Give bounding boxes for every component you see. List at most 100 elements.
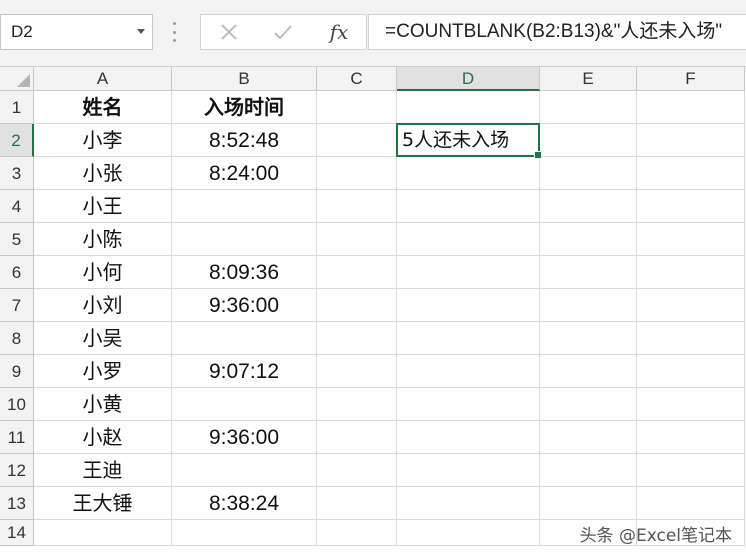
cell-d6[interactable] bbox=[397, 256, 540, 289]
row-header-6[interactable]: 6 bbox=[0, 256, 34, 289]
cell-f2[interactable] bbox=[637, 124, 745, 157]
cell-e12[interactable] bbox=[540, 454, 637, 487]
cell-b14[interactable] bbox=[172, 520, 317, 546]
drag-handle-icon[interactable] bbox=[172, 22, 176, 42]
cell-f5[interactable] bbox=[637, 223, 745, 256]
cell-b11[interactable]: 9:36:00 bbox=[172, 421, 317, 454]
row-header-3[interactable]: 3 bbox=[0, 157, 34, 190]
cell-c12[interactable] bbox=[317, 454, 397, 487]
cell-f9[interactable] bbox=[637, 355, 745, 388]
cell-e9[interactable] bbox=[540, 355, 637, 388]
cell-e5[interactable] bbox=[540, 223, 637, 256]
cell-a1[interactable]: 姓名 bbox=[34, 91, 172, 124]
cell-a4[interactable]: 小王 bbox=[34, 190, 172, 223]
cell-d4[interactable] bbox=[397, 190, 540, 223]
close-icon[interactable] bbox=[209, 15, 249, 49]
chevron-down-icon[interactable] bbox=[137, 29, 145, 34]
cell-c6[interactable] bbox=[317, 256, 397, 289]
name-box[interactable]: D2 bbox=[0, 14, 153, 50]
row-header-11[interactable]: 11 bbox=[0, 421, 34, 454]
row-header-7[interactable]: 7 bbox=[0, 289, 34, 322]
row-header-1[interactable]: 1 bbox=[0, 91, 34, 124]
row-header-14[interactable]: 14 bbox=[0, 520, 34, 546]
cell-c14[interactable] bbox=[317, 520, 397, 546]
cell-a9[interactable]: 小罗 bbox=[34, 355, 172, 388]
cell-e7[interactable] bbox=[540, 289, 637, 322]
cell-e2[interactable] bbox=[540, 124, 637, 157]
row-header-5[interactable]: 5 bbox=[0, 223, 34, 256]
cell-d12[interactable] bbox=[397, 454, 540, 487]
cell-f13[interactable] bbox=[637, 487, 745, 520]
row-header-13[interactable]: 13 bbox=[0, 487, 34, 520]
cell-e10[interactable] bbox=[540, 388, 637, 421]
cell-a12[interactable]: 王迪 bbox=[34, 454, 172, 487]
cell-f7[interactable] bbox=[637, 289, 745, 322]
cell-e1[interactable] bbox=[540, 91, 637, 124]
row-header-9[interactable]: 9 bbox=[0, 355, 34, 388]
cell-a11[interactable]: 小赵 bbox=[34, 421, 172, 454]
cell-b13[interactable]: 8:38:24 bbox=[172, 487, 317, 520]
cell-f11[interactable] bbox=[637, 421, 745, 454]
cell-d8[interactable] bbox=[397, 322, 540, 355]
cell-e3[interactable] bbox=[540, 157, 637, 190]
column-header-e[interactable]: E bbox=[540, 67, 637, 91]
cell-c7[interactable] bbox=[317, 289, 397, 322]
cell-d2[interactable]: 5人还未入场 bbox=[397, 124, 540, 157]
cell-e6[interactable] bbox=[540, 256, 637, 289]
cell-a7[interactable]: 小刘 bbox=[34, 289, 172, 322]
cell-d1[interactable] bbox=[397, 91, 540, 124]
cell-f10[interactable] bbox=[637, 388, 745, 421]
cell-c11[interactable] bbox=[317, 421, 397, 454]
cell-a10[interactable]: 小黄 bbox=[34, 388, 172, 421]
cell-b12[interactable] bbox=[172, 454, 317, 487]
cell-d14[interactable] bbox=[397, 520, 540, 546]
cell-e13[interactable] bbox=[540, 487, 637, 520]
cell-c2[interactable] bbox=[317, 124, 397, 157]
cell-b6[interactable]: 8:09:36 bbox=[172, 256, 317, 289]
cell-a5[interactable]: 小陈 bbox=[34, 223, 172, 256]
cell-a6[interactable]: 小何 bbox=[34, 256, 172, 289]
cell-d9[interactable] bbox=[397, 355, 540, 388]
cell-a13[interactable]: 王大锤 bbox=[34, 487, 172, 520]
cell-b1[interactable]: 入场时间 bbox=[172, 91, 317, 124]
cell-c4[interactable] bbox=[317, 190, 397, 223]
cell-f6[interactable] bbox=[637, 256, 745, 289]
insert-function-button[interactable]: fx bbox=[319, 15, 359, 49]
checkmark-icon[interactable] bbox=[263, 15, 303, 49]
row-header-8[interactable]: 8 bbox=[0, 322, 34, 355]
cell-b3[interactable]: 8:24:00 bbox=[172, 157, 317, 190]
cell-c10[interactable] bbox=[317, 388, 397, 421]
cell-a2[interactable]: 小李 bbox=[34, 124, 172, 157]
cell-f4[interactable] bbox=[637, 190, 745, 223]
column-header-a[interactable]: A bbox=[34, 67, 172, 91]
select-all-button[interactable] bbox=[0, 67, 34, 91]
formula-input[interactable]: =COUNTBLANK(B2:B13)&"人还未入场" bbox=[368, 14, 746, 50]
cell-b7[interactable]: 9:36:00 bbox=[172, 289, 317, 322]
cell-c13[interactable] bbox=[317, 487, 397, 520]
cell-e8[interactable] bbox=[540, 322, 637, 355]
cell-d7[interactable] bbox=[397, 289, 540, 322]
cell-c9[interactable] bbox=[317, 355, 397, 388]
cell-d10[interactable] bbox=[397, 388, 540, 421]
cell-d3[interactable] bbox=[397, 157, 540, 190]
cell-f12[interactable] bbox=[637, 454, 745, 487]
cell-c8[interactable] bbox=[317, 322, 397, 355]
cell-a3[interactable]: 小张 bbox=[34, 157, 172, 190]
cell-b5[interactable] bbox=[172, 223, 317, 256]
row-header-2[interactable]: 2 bbox=[0, 124, 34, 157]
cell-b4[interactable] bbox=[172, 190, 317, 223]
column-header-d[interactable]: D bbox=[397, 67, 540, 91]
row-header-4[interactable]: 4 bbox=[0, 190, 34, 223]
cell-c3[interactable] bbox=[317, 157, 397, 190]
cell-b10[interactable] bbox=[172, 388, 317, 421]
cell-e11[interactable] bbox=[540, 421, 637, 454]
cell-b2[interactable]: 8:52:48 bbox=[172, 124, 317, 157]
cell-a14[interactable] bbox=[34, 520, 172, 546]
cell-d5[interactable] bbox=[397, 223, 540, 256]
cell-f3[interactable] bbox=[637, 157, 745, 190]
cell-b9[interactable]: 9:07:12 bbox=[172, 355, 317, 388]
cell-b8[interactable] bbox=[172, 322, 317, 355]
cell-c5[interactable] bbox=[317, 223, 397, 256]
column-header-b[interactable]: B bbox=[172, 67, 317, 91]
column-header-c[interactable]: C bbox=[317, 67, 397, 91]
